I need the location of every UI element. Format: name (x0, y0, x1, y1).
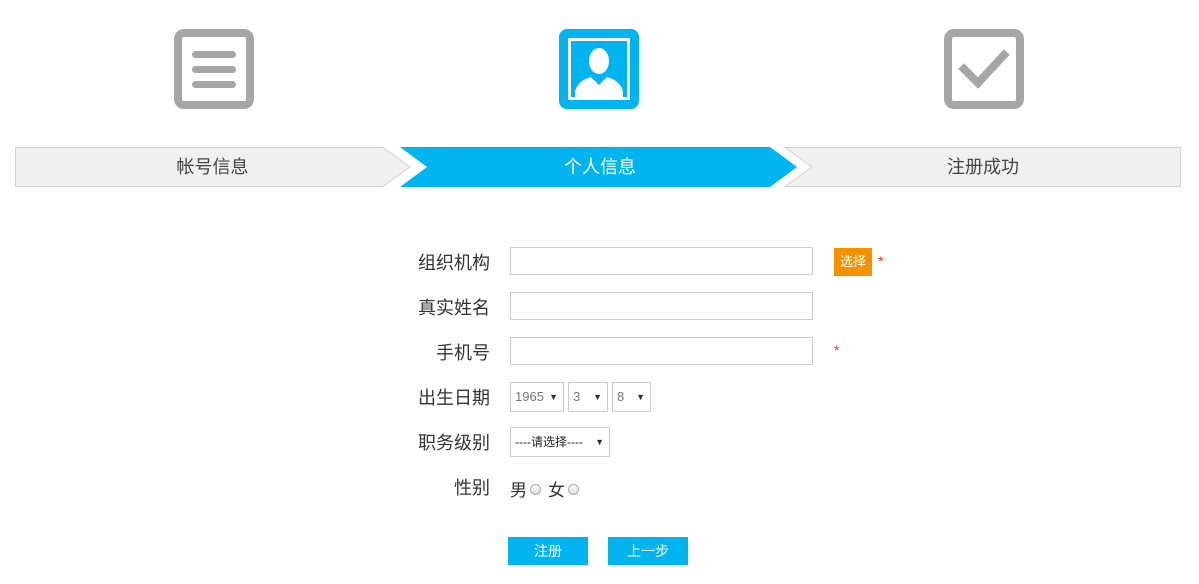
register-button[interactable]: 注册 (508, 537, 588, 565)
progress-steps: 帐号信息 个人信息 注册成功 (15, 147, 1181, 187)
dropdown-arrow-icon: ▼ (593, 392, 602, 402)
step-register-success: 注册成功 (947, 157, 1019, 177)
job-level-select[interactable]: ----请选择---- ▼ (510, 427, 610, 457)
choose-org-button[interactable]: 选择 (834, 248, 872, 276)
phone-label: 手机号 (436, 343, 490, 363)
org-label: 组织机构 (418, 253, 490, 273)
dropdown-arrow-icon: ▼ (549, 392, 558, 402)
real-name-input[interactable] (510, 292, 813, 320)
radio-female[interactable] (568, 484, 579, 495)
birth-month-value: 3 (573, 389, 581, 404)
dropdown-arrow-icon: ▼ (636, 392, 645, 402)
birth-day-select[interactable]: 8 ▼ (612, 382, 651, 412)
birth-year-value: 1965 (515, 389, 544, 404)
gender-male-label: 男 (510, 481, 527, 500)
phone-input[interactable] (510, 337, 813, 365)
gender-option-female[interactable]: 女 (548, 476, 579, 501)
list-icon (174, 29, 254, 109)
radio-male[interactable] (530, 484, 541, 495)
user-icon (559, 29, 639, 109)
birth-day-value: 8 (617, 389, 625, 404)
checkbox-check-icon (944, 29, 1024, 109)
gender-option-male[interactable]: 男 (510, 476, 541, 501)
job-level-value: ----请选择---- (515, 435, 583, 449)
step-account-info: 帐号信息 (176, 157, 249, 177)
birth-month-select[interactable]: 3 ▼ (568, 382, 608, 412)
dropdown-arrow-icon: ▼ (595, 437, 604, 447)
job-level-label: 职务级别 (418, 433, 490, 453)
real-name-label: 真实姓名 (418, 298, 490, 318)
birth-label: 出生日期 (418, 388, 490, 408)
gender-label: 性别 (454, 478, 490, 498)
gender-female-label: 女 (548, 481, 565, 500)
step-personal-info: 个人信息 (564, 157, 636, 177)
required-marker: * (834, 342, 840, 358)
org-input[interactable] (510, 247, 813, 275)
required-marker: * (878, 253, 884, 269)
prev-step-button[interactable]: 上一步 (608, 537, 688, 565)
birth-year-select[interactable]: 1965 ▼ (510, 382, 564, 412)
